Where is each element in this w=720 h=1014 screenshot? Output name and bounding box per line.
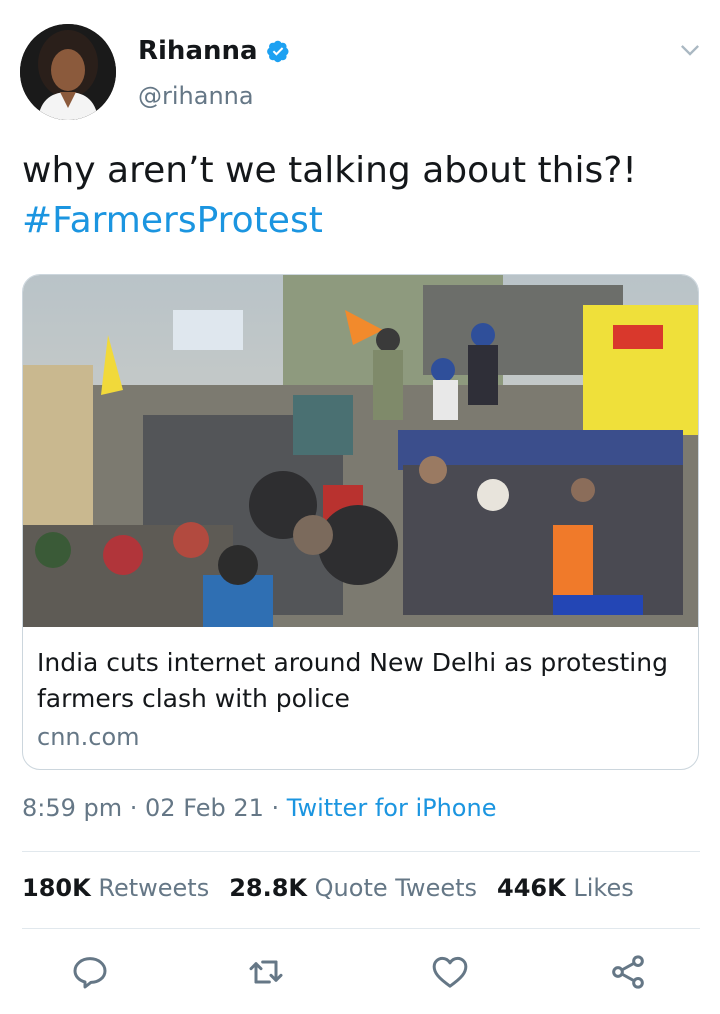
tweet-source[interactable]: Twitter for iPhone xyxy=(287,794,497,822)
retweets-count: 180K xyxy=(22,874,91,902)
tweet-text: why aren’t we talking about this?! xyxy=(22,150,637,191)
meta-separator: · xyxy=(122,794,146,822)
card-title[interactable]: India cuts internet around New Delhi as … xyxy=(37,645,677,717)
card-image[interactable] xyxy=(23,275,698,627)
meta-separator: · xyxy=(263,794,287,822)
retweet-icon[interactable] xyxy=(246,952,286,992)
quotes-count: 28.8K xyxy=(229,874,308,902)
card-domain: cnn.com xyxy=(37,723,140,751)
likes-stat[interactable]: 446K Likes xyxy=(497,874,634,902)
share-icon[interactable] xyxy=(608,952,648,992)
quotes-stat[interactable]: 28.8K Quote Tweets xyxy=(229,874,477,902)
divider xyxy=(22,851,700,852)
link-card[interactable]: India cuts internet around New Delhi as … xyxy=(22,274,699,770)
tweet-time[interactable]: 8:59 pm xyxy=(22,794,122,822)
likes-count: 446K xyxy=(497,874,566,902)
avatar[interactable] xyxy=(20,24,116,120)
user-handle[interactable]: @rihanna xyxy=(138,82,254,110)
tweet-body: why aren’t we talking about this?! #Farm… xyxy=(22,146,702,246)
action-bar xyxy=(0,948,720,998)
verified-badge-icon xyxy=(266,40,289,63)
quotes-label: Quote Tweets xyxy=(314,874,478,902)
chevron-down-icon[interactable] xyxy=(676,36,704,64)
tweet-header: Rihanna @rihanna xyxy=(0,0,720,130)
hashtag-link[interactable]: #FarmersProtest xyxy=(22,196,702,246)
retweets-stat[interactable]: 180K Retweets xyxy=(22,874,209,902)
divider xyxy=(22,928,700,929)
retweets-label: Retweets xyxy=(98,874,210,902)
tweet-meta: 8:59 pm · 02 Feb 21 · Twitter for iPhone xyxy=(22,794,496,822)
tweet-date[interactable]: 02 Feb 21 xyxy=(145,794,264,822)
likes-label: Likes xyxy=(573,874,634,902)
tweet-stats: 180K Retweets 28.8K Quote Tweets 446K Like… xyxy=(22,874,634,902)
display-name[interactable]: Rihanna xyxy=(138,36,258,66)
reply-icon[interactable] xyxy=(70,952,110,992)
like-icon[interactable] xyxy=(430,952,470,992)
